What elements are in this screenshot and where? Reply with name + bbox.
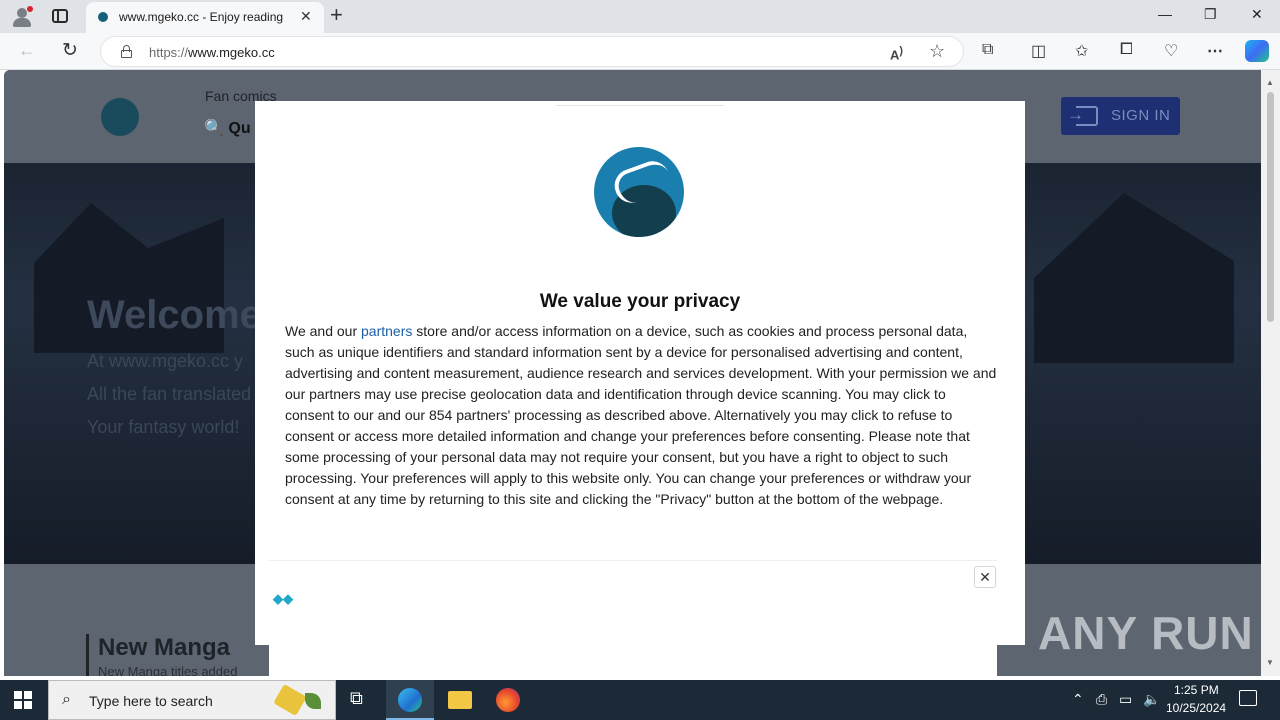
back-icon[interactable]: ← bbox=[18, 40, 36, 61]
gecko-logo bbox=[594, 147, 684, 237]
hero-title: Welcome bbox=[87, 293, 262, 337]
split-screen-icon[interactable]: ◫ bbox=[1031, 41, 1046, 61]
search-icon: ⌕ bbox=[62, 691, 71, 708]
tab-actions-icon[interactable] bbox=[50, 7, 70, 25]
sign-in-button[interactable]: SIGN IN bbox=[1061, 97, 1180, 135]
tab-title: www.mgeko.cc - Enjoy reading bbox=[119, 10, 284, 24]
consent-title: We value your privacy bbox=[539, 291, 741, 312]
divider bbox=[556, 105, 724, 106]
lock-icon[interactable] bbox=[121, 45, 132, 58]
ad-banner: ◆◆ ✕ bbox=[269, 560, 997, 676]
close-window-button[interactable]: ✕ bbox=[1251, 6, 1263, 23]
ad-network-icon[interactable]: ◆◆ bbox=[273, 591, 293, 607]
hero-line: Your fantasy world! bbox=[87, 417, 240, 437]
notifications-icon[interactable] bbox=[1239, 690, 1257, 706]
tab-close-button[interactable]: ✕ bbox=[300, 8, 312, 25]
new-manga-subtitle: New Manga titles added bbox=[98, 664, 238, 676]
site-favicon-icon bbox=[98, 12, 108, 22]
collections-icon[interactable]: ⧠ bbox=[1120, 41, 1133, 59]
network-icon[interactable]: ▭ bbox=[1119, 691, 1132, 708]
copilot-icon[interactable] bbox=[1245, 40, 1269, 62]
new-tab-button[interactable]: + bbox=[330, 4, 343, 26]
url-text: https://www.mgeko.cc bbox=[149, 45, 275, 60]
url-input[interactable]: https://www.mgeko.cc A) ☆ bbox=[100, 36, 964, 67]
hero-line: All the fan translated bbox=[87, 384, 252, 404]
sign-in-icon bbox=[1067, 105, 1098, 126]
file-explorer-icon[interactable] bbox=[448, 691, 472, 709]
edge-icon bbox=[398, 688, 422, 712]
search-icon: 🔍 bbox=[204, 120, 224, 137]
favorites-icon[interactable]: ✩ bbox=[1075, 41, 1088, 61]
minimize-button[interactable]: — bbox=[1158, 6, 1172, 22]
read-aloud-icon[interactable]: A) bbox=[890, 45, 903, 62]
partners-link[interactable]: partners bbox=[361, 323, 412, 339]
clock-time[interactable]: 1:25 PM bbox=[1174, 683, 1219, 697]
tab-bar: www.mgeko.cc - Enjoy reading ✕ + — ❐ ✕ bbox=[0, 0, 1280, 33]
taskbar-search-input[interactable]: ⌕ Type here to search bbox=[48, 680, 336, 720]
browser-tab[interactable]: www.mgeko.cc - Enjoy reading ✕ bbox=[86, 2, 324, 33]
profile-icon[interactable] bbox=[10, 5, 34, 29]
taskbar-edge-button[interactable] bbox=[386, 680, 434, 720]
scroll-up-icon[interactable]: ▲ bbox=[1266, 78, 1274, 87]
clock-date[interactable]: 10/25/2024 bbox=[1166, 701, 1226, 715]
firefox-icon[interactable] bbox=[496, 688, 520, 712]
anyrun-watermark: ANY RUN bbox=[1038, 607, 1254, 659]
page-scrollbar[interactable]: ▲ ▼ bbox=[1261, 70, 1280, 676]
windows-start-icon[interactable] bbox=[14, 691, 32, 709]
performance-icon[interactable]: ♡ bbox=[1164, 41, 1178, 61]
tray-device-icon[interactable]: ⎙ bbox=[1096, 691, 1107, 708]
consent-text: We and our partners store and/or access … bbox=[285, 323, 997, 507]
address-bar: ← ↻ https://www.mgeko.cc A) ☆ ⧉ ◫ ✩ ⧠ ♡ … bbox=[0, 33, 1280, 70]
scroll-thumb[interactable] bbox=[1267, 92, 1274, 322]
section-accent bbox=[86, 634, 89, 676]
hero-line: At www.mgeko.cc y bbox=[87, 351, 244, 371]
more-icon[interactable]: ⋯ bbox=[1207, 41, 1223, 61]
site-logo[interactable] bbox=[101, 98, 139, 136]
taskbar: ⌕ Type here to search ⧉ ⌃ ⎙ ▭ 🔈 1:25 PM … bbox=[0, 680, 1280, 720]
search-highlight-icon bbox=[267, 683, 327, 717]
refresh-icon[interactable]: ↻ bbox=[62, 39, 78, 62]
maximize-button[interactable]: ❐ bbox=[1204, 6, 1217, 23]
volume-icon[interactable]: 🔈 bbox=[1143, 691, 1160, 708]
tray-overflow-icon[interactable]: ⌃ bbox=[1072, 691, 1084, 708]
favorite-icon[interactable]: ☆ bbox=[929, 41, 945, 62]
ad-close-button[interactable]: ✕ bbox=[974, 566, 996, 588]
extensions-icon[interactable]: ⧉ bbox=[982, 41, 993, 59]
sign-in-label: SIGN IN bbox=[1111, 107, 1171, 124]
search-placeholder: Type here to search bbox=[89, 693, 213, 709]
task-view-icon[interactable]: ⧉ bbox=[350, 688, 374, 712]
quick-search-link[interactable]: 🔍 Qu bbox=[204, 118, 251, 138]
scroll-down-icon[interactable]: ▼ bbox=[1266, 658, 1274, 667]
new-manga-heading: New Manga bbox=[98, 634, 231, 661]
